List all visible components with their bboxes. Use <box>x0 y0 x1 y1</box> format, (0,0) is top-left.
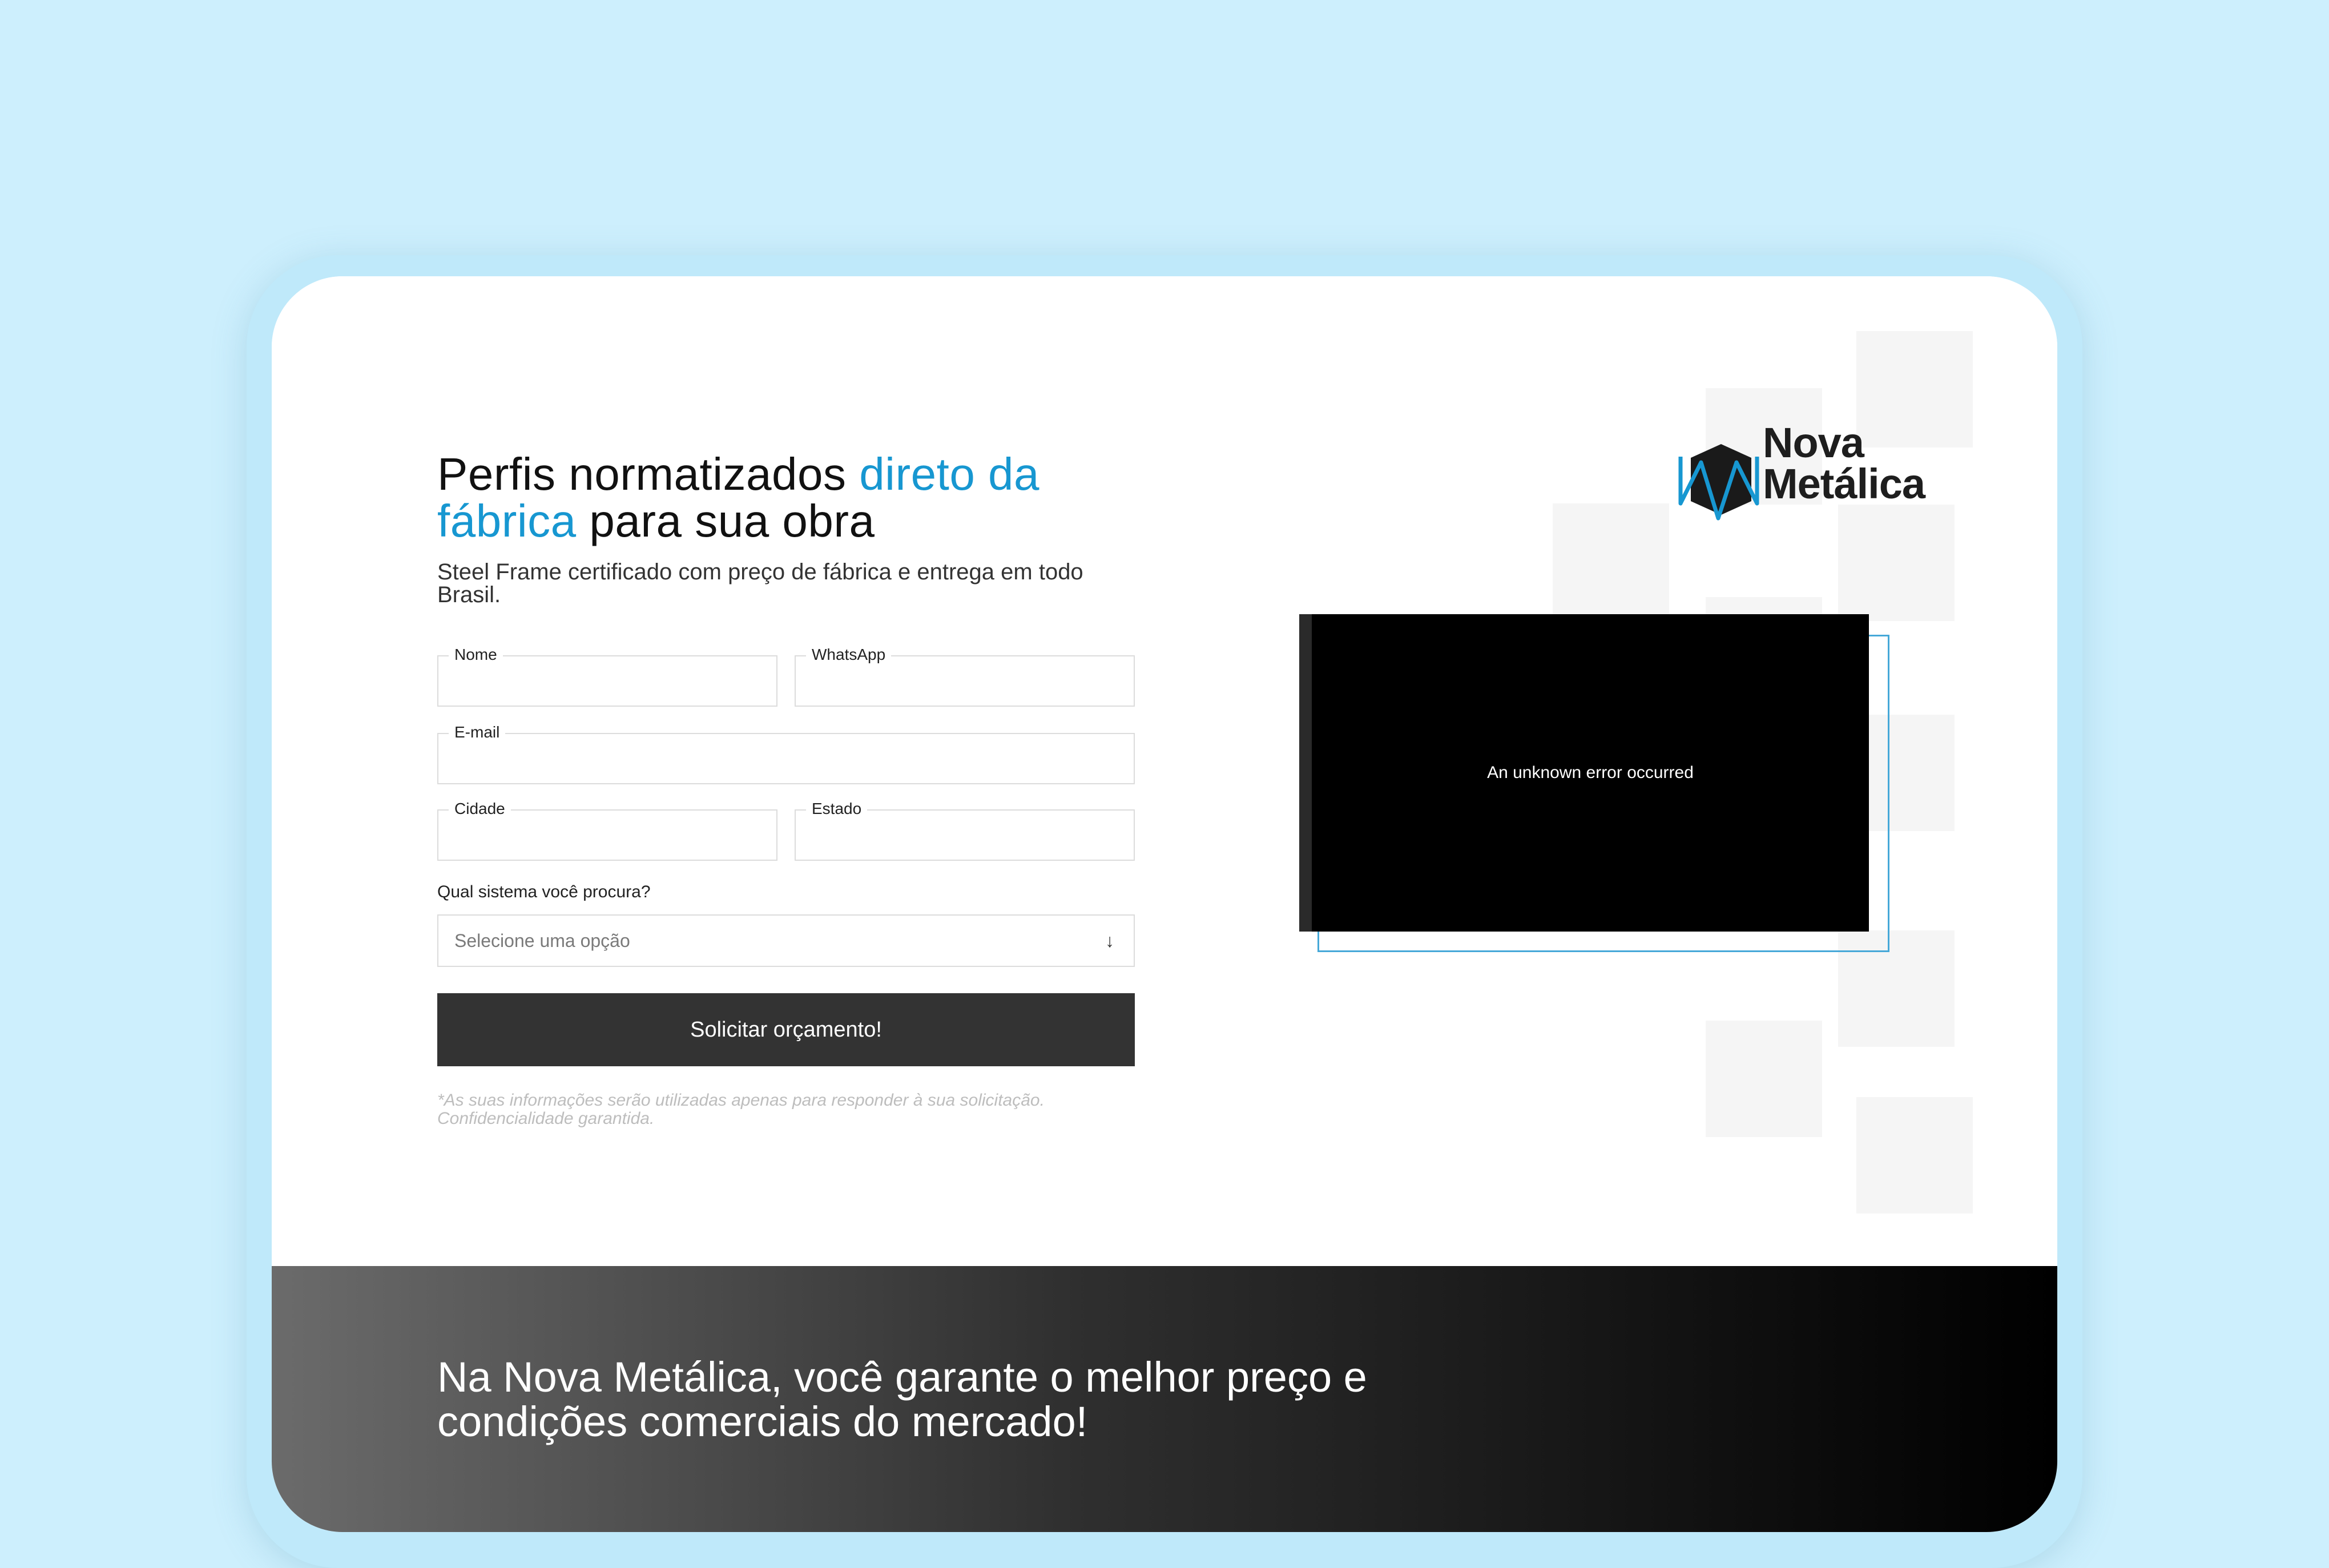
brand-logo[interactable]: Nova Metálica <box>1678 422 1952 521</box>
state-field[interactable]: Estado <box>795 800 1135 861</box>
subheadline: Steel Frame certificado com preço de fáb… <box>437 559 1083 607</box>
name-field[interactable]: Nome <box>437 646 777 707</box>
whatsapp-input[interactable] <box>796 656 1134 706</box>
logo-wordmark: Nova Metálica <box>1763 422 1925 505</box>
system-question-label: Qual sistema você procura? <box>437 882 651 901</box>
headline-accent: fábrica <box>437 495 577 546</box>
decorative-square <box>1553 503 1669 620</box>
logo-line: Nova <box>1763 419 1864 466</box>
headline-text: Perfis normatizados <box>437 449 860 499</box>
whatsapp-field[interactable]: WhatsApp <box>795 646 1135 707</box>
privacy-disclaimer: *As suas informações serão utilizadas ap… <box>437 1091 1045 1128</box>
promo-banner: Na Nova Metálica, você garante o melhor … <box>272 1266 2057 1532</box>
headline-accent: direto da <box>859 449 1040 499</box>
system-select-value: Selecione uma opção <box>454 930 630 951</box>
decorative-square <box>1856 1097 1973 1214</box>
page-screen: Perfis normatizados direto da fábrica par… <box>272 276 2057 1532</box>
decorative-square <box>1706 1021 1822 1137</box>
video-player[interactable]: An unknown error occurred <box>1299 614 1869 932</box>
logo-mark-icon <box>1678 444 1759 521</box>
submit-quote-button[interactable]: Solicitar orçamento! <box>437 993 1135 1066</box>
state-input[interactable] <box>796 811 1134 860</box>
video-error-message: An unknown error occurred <box>1487 763 1694 782</box>
hero-section: Perfis normatizados direto da fábrica par… <box>272 276 2057 1266</box>
system-select[interactable]: Selecione uma opção ↓ <box>437 914 1135 967</box>
logo-line: Metálica <box>1763 460 1925 507</box>
decorative-square <box>1838 505 1955 621</box>
page-title: Perfis normatizados direto da fábrica par… <box>437 451 1179 545</box>
email-field[interactable]: E-mail <box>437 724 1135 784</box>
headline-text: para sua obra <box>576 495 875 546</box>
email-input[interactable] <box>438 734 1134 783</box>
name-input[interactable] <box>438 656 776 706</box>
city-input[interactable] <box>438 811 776 860</box>
banner-heading: Na Nova Metálica, você garante o melhor … <box>437 1353 1367 1445</box>
city-field[interactable]: Cidade <box>437 800 777 861</box>
arrow-down-icon: ↓ <box>1105 930 1114 951</box>
